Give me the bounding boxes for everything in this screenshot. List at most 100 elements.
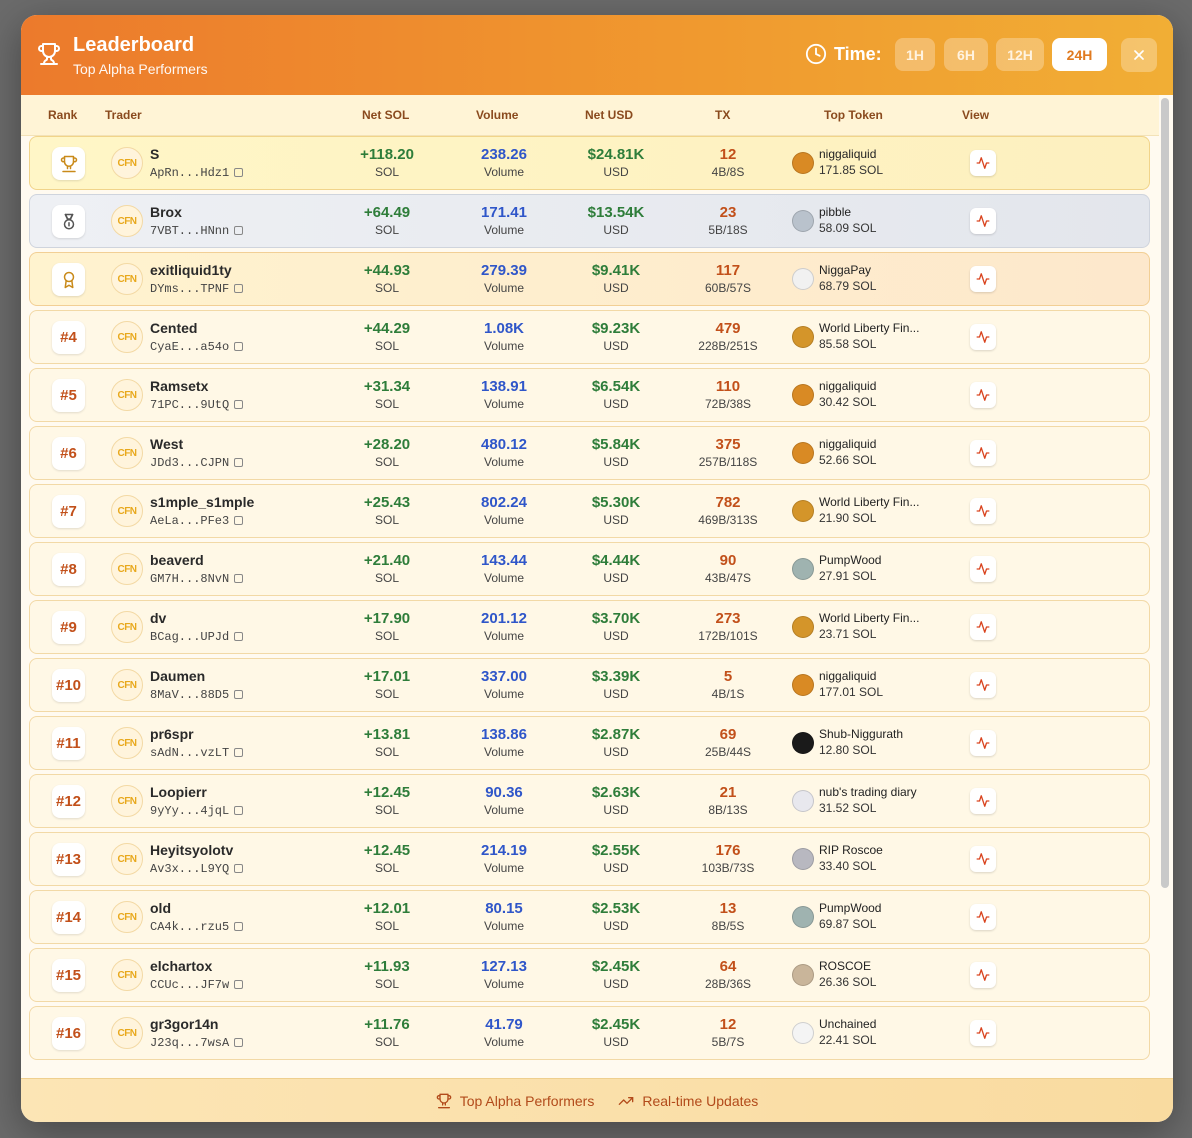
copy-icon[interactable] [234, 516, 244, 525]
table-row[interactable]: #13 CFN Heyitsyolotv Av3x...L9YQ +12.45 … [29, 832, 1150, 886]
token-name[interactable]: pibble [819, 205, 851, 219]
time-button-24h[interactable]: 24H [1052, 38, 1107, 71]
trader-name[interactable]: s1mple_s1mple [150, 494, 254, 510]
trader-name[interactable]: gr3gor14n [150, 1016, 218, 1032]
address-text: 8MaV...88D5 [150, 688, 230, 702]
table-row[interactable]: #6 CFN West JDd3...CJPN +28.20 SOL 480.1… [29, 426, 1150, 480]
copy-icon[interactable] [234, 690, 244, 699]
trader-name[interactable]: Brox [150, 204, 182, 220]
table-row[interactable]: CFN exitliquid1ty DYms...TPNF +44.93 SOL… [29, 252, 1150, 306]
trader-name[interactable]: pr6spr [150, 726, 194, 742]
token-name[interactable]: NiggaPay [819, 263, 871, 277]
net-usd-cell: $4.44K USD [566, 552, 666, 585]
token-name[interactable]: World Liberty Fin... [819, 495, 919, 509]
token-sol: 33.40 SOL [819, 859, 877, 873]
token-name[interactable]: World Liberty Fin... [819, 321, 919, 335]
trader-name[interactable]: West [150, 436, 183, 452]
view-chart-button[interactable] [970, 672, 996, 698]
leaderboard-list[interactable]: CFN S ApRn...Hdz1 +118.20 SOL 238.26 Vol… [21, 136, 1159, 1078]
table-row[interactable]: #14 CFN old CA4k...rzu5 +12.01 SOL 80.15… [29, 890, 1150, 944]
table-row[interactable]: #11 CFN pr6spr sAdN...vzLT +13.81 SOL 13… [29, 716, 1150, 770]
view-chart-button[interactable] [970, 1020, 996, 1046]
view-chart-button[interactable] [970, 498, 996, 524]
view-chart-button[interactable] [970, 846, 996, 872]
token-name[interactable]: PumpWood [819, 901, 881, 915]
tx-cell: 375 257B/118S [678, 436, 778, 469]
time-button-12h[interactable]: 12H [996, 38, 1044, 71]
token-name[interactable]: PumpWood [819, 553, 881, 567]
copy-icon[interactable] [234, 168, 244, 177]
time-button-6h[interactable]: 6H [944, 38, 988, 71]
token-name[interactable]: Shub-Niggurath [819, 727, 903, 741]
copy-icon[interactable] [234, 980, 244, 989]
tx-split: 5B/7S [711, 1035, 745, 1049]
trader-name[interactable]: Daumen [150, 668, 205, 684]
copy-icon[interactable] [234, 284, 244, 293]
table-row[interactable]: #5 CFN Ramsetx 71PC...9UtQ +31.34 SOL 13… [29, 368, 1150, 422]
trader-name[interactable]: exitliquid1ty [150, 262, 232, 278]
view-chart-button[interactable] [970, 962, 996, 988]
view-chart-button[interactable] [970, 730, 996, 756]
trader-name[interactable]: Loopierr [150, 784, 207, 800]
token-name[interactable]: RIP Roscoe [819, 843, 883, 857]
net-usd-cell: $5.30K USD [566, 494, 666, 527]
view-chart-button[interactable] [970, 614, 996, 640]
copy-icon[interactable] [234, 574, 244, 583]
view-chart-button[interactable] [970, 556, 996, 582]
view-chart-button[interactable] [970, 324, 996, 350]
copy-icon[interactable] [234, 748, 244, 757]
view-chart-button[interactable] [970, 904, 996, 930]
trader-name[interactable]: Cented [150, 320, 197, 336]
trader-name[interactable]: Ramsetx [150, 378, 208, 394]
trader-name[interactable]: old [150, 900, 171, 916]
time-button-1h[interactable]: 1H [895, 38, 935, 71]
token-name[interactable]: Unchained [819, 1017, 876, 1031]
table-row[interactable]: #10 CFN Daumen 8MaV...88D5 +17.01 SOL 33… [29, 658, 1150, 712]
tx-count: 110 [715, 378, 741, 395]
copy-icon[interactable] [234, 226, 244, 235]
token-name[interactable]: nub's trading diary [819, 785, 917, 799]
table-row[interactable]: #15 CFN elchartox CCUc...JF7w +11.93 SOL… [29, 948, 1150, 1002]
copy-icon[interactable] [234, 400, 244, 409]
col-net-usd: Net USD [585, 108, 634, 122]
table-row[interactable]: CFN S ApRn...Hdz1 +118.20 SOL 238.26 Vol… [29, 136, 1150, 190]
volume-cell: 127.13 Volume [454, 958, 554, 991]
copy-icon[interactable] [234, 864, 244, 873]
table-row[interactable]: #16 CFN gr3gor14n J23q...7wsA +11.76 SOL… [29, 1006, 1150, 1060]
copy-icon[interactable] [234, 342, 244, 351]
scrollbar[interactable] [1161, 98, 1169, 888]
view-chart-button[interactable] [970, 440, 996, 466]
token-name[interactable]: niggaliquid [819, 437, 876, 451]
table-row[interactable]: #9 CFN dv BCag...UPJd +17.90 SOL 201.12 … [29, 600, 1150, 654]
view-chart-button[interactable] [970, 150, 996, 176]
tx-count: 69 [719, 726, 737, 743]
copy-icon[interactable] [234, 806, 244, 815]
trader-name[interactable]: beaverd [150, 552, 204, 568]
table-row[interactable]: #4 CFN Cented CyaE...a54o +44.29 SOL 1.0… [29, 310, 1150, 364]
net-sol-value: +21.40 [363, 552, 411, 569]
token-name[interactable]: niggaliquid [819, 147, 876, 161]
copy-icon[interactable] [234, 458, 244, 467]
token-name[interactable]: niggaliquid [819, 669, 876, 683]
token-name[interactable]: ROSCOE [819, 959, 871, 973]
rank-badge: #16 [52, 1017, 85, 1050]
copy-icon[interactable] [234, 632, 244, 641]
view-chart-button[interactable] [970, 266, 996, 292]
close-button[interactable] [1121, 38, 1157, 72]
view-chart-button[interactable] [970, 382, 996, 408]
copy-icon[interactable] [234, 1038, 244, 1047]
table-row[interactable]: #8 CFN beaverd GM7H...8NvN +21.40 SOL 14… [29, 542, 1150, 596]
view-chart-button[interactable] [970, 788, 996, 814]
copy-icon[interactable] [234, 922, 244, 931]
trader-name[interactable]: Heyitsyolotv [150, 842, 233, 858]
trader-name[interactable]: dv [150, 610, 166, 626]
trader-name[interactable]: S [150, 146, 159, 162]
volume-value: 279.39 [481, 262, 527, 279]
token-name[interactable]: World Liberty Fin... [819, 611, 919, 625]
table-row[interactable]: #7 CFN s1mple_s1mple AeLa...PFe3 +25.43 … [29, 484, 1150, 538]
table-row[interactable]: CFN Brox 7VBT...HNnn +64.49 SOL 171.41 V… [29, 194, 1150, 248]
token-name[interactable]: niggaliquid [819, 379, 876, 393]
table-row[interactable]: #12 CFN Loopierr 9yYy...4jqL +12.45 SOL … [29, 774, 1150, 828]
trader-name[interactable]: elchartox [150, 958, 212, 974]
view-chart-button[interactable] [970, 208, 996, 234]
